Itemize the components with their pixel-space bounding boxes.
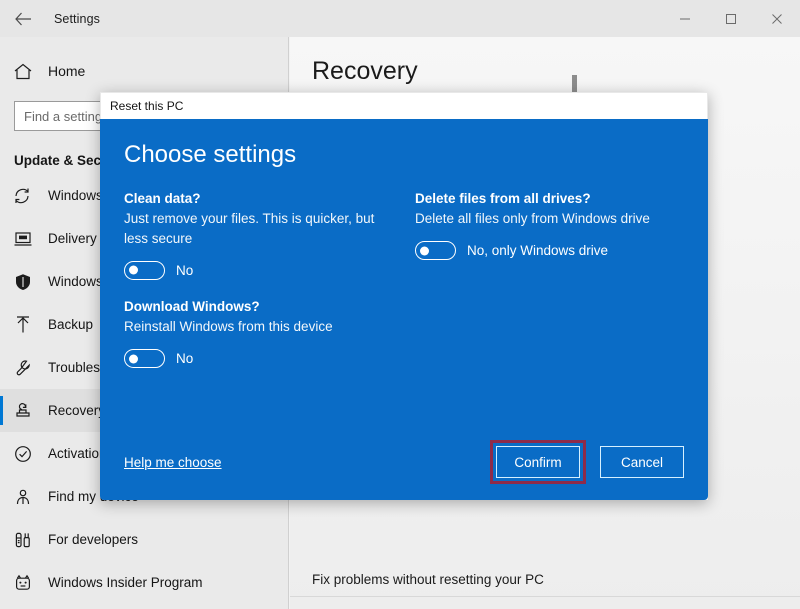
dialog-column-right: Delete files from all drives? Delete all … — [415, 191, 684, 388]
maximize-button[interactable] — [708, 0, 754, 37]
settings-window: Settings Home Find a setting Update & Se… — [0, 0, 800, 609]
toggle-knob — [129, 265, 138, 275]
setting-toggle[interactable] — [124, 349, 165, 369]
dialog-title: Reset this PC — [110, 99, 184, 113]
setting-toggle-row: No, only Windows drive — [415, 238, 684, 264]
sidebar-item-label: For developers — [48, 532, 139, 547]
setting-group-description: Just remove your files. This is quicker,… — [124, 211, 375, 246]
maximize-icon — [726, 13, 736, 24]
setting-toggle-row: No — [124, 257, 393, 283]
dialog-body: Choose settings Clean data? Just remove y… — [100, 119, 708, 500]
recovery-icon — [16, 402, 30, 417]
upload-arrow-icon — [14, 315, 40, 334]
person-pin-icon — [16, 489, 30, 504]
setting-toggle[interactable] — [124, 260, 165, 280]
sync-icon — [15, 188, 29, 203]
setting-group-description: Delete all files only from Windows drive — [415, 211, 650, 226]
upload-arrow-icon — [17, 315, 29, 332]
dialog-footer: Help me choose Confirm Cancel — [100, 424, 708, 500]
sidebar-home-label: Home — [48, 63, 86, 79]
window-titlebar: Settings — [0, 0, 800, 37]
check-circle-icon — [15, 445, 31, 462]
sidebar-item-label: Windows Insider Program — [48, 575, 203, 590]
home-icon — [14, 63, 40, 80]
wrench-icon — [16, 359, 30, 375]
dialog-titlebar: Reset this PC — [100, 92, 708, 119]
window-title: Settings — [54, 11, 100, 26]
toggle-knob — [420, 246, 429, 256]
page-title: Recovery — [312, 57, 418, 85]
check-circle-icon — [14, 445, 40, 463]
dialog-heading: Choose settings — [124, 141, 297, 168]
back-arrow-icon — [14, 12, 31, 25]
search-placeholder: Find a setting — [24, 108, 103, 124]
setting-group-title: Clean data? — [124, 191, 201, 206]
delivery-icon — [14, 231, 32, 246]
cancel-button-wrapper: Cancel — [600, 446, 684, 478]
dialog-column-left: Clean data? Just remove your files. This … — [124, 191, 393, 388]
content-divider — [290, 596, 800, 597]
cancel-button[interactable]: Cancel — [600, 446, 684, 478]
sidebar-item-home[interactable]: Home — [0, 49, 288, 93]
sidebar-item-for-developers[interactable]: For developers — [0, 518, 288, 561]
setting-group: Clean data? Just remove your files. This … — [124, 191, 393, 283]
close-icon — [772, 13, 782, 24]
sidebar-item-label: Recovery — [48, 403, 106, 418]
back-button[interactable] — [0, 0, 46, 37]
sync-icon — [14, 187, 40, 205]
dialog-columns: Clean data? Just remove your files. This … — [124, 191, 684, 388]
minimize-button[interactable] — [662, 0, 708, 37]
setting-toggle-value: No, only Windows drive — [467, 243, 609, 259]
wrench-icon — [14, 359, 40, 377]
setting-toggle-row: No — [124, 346, 393, 372]
reset-this-pc-dialog: Reset this PC Choose settings Clean data… — [100, 92, 708, 500]
setting-group: Delete files from all drives? Delete all … — [415, 191, 684, 264]
confirm-button[interactable]: Confirm — [496, 446, 580, 478]
insider-icon — [14, 574, 40, 592]
setting-toggle[interactable] — [415, 241, 456, 261]
close-button[interactable] — [754, 0, 800, 37]
confirm-button-wrapper: Confirm — [490, 440, 586, 484]
sidebar-item-label: Backup — [48, 317, 94, 332]
recovery-icon — [14, 402, 40, 420]
setting-group-description: Reinstall Windows from this device — [124, 319, 333, 335]
setting-toggle-value: No — [176, 351, 194, 367]
delivery-icon — [14, 230, 40, 248]
shield-icon — [14, 273, 40, 291]
setting-toggle-value: No — [176, 262, 194, 278]
setting-group-title: Delete files from all drives? — [415, 191, 591, 206]
insider-icon — [15, 574, 31, 590]
setting-group: Download Windows? Reinstall Windows from … — [124, 299, 393, 372]
minimize-icon — [680, 18, 690, 19]
toggle-knob — [129, 354, 138, 364]
tools-icon — [15, 532, 30, 547]
content-note: Fix problems without resetting your PC — [312, 572, 544, 587]
window-controls — [662, 0, 800, 37]
sidebar-item-label: Activation — [48, 446, 107, 461]
person-pin-icon — [14, 488, 40, 506]
tools-icon — [14, 531, 40, 549]
shield-icon — [16, 273, 30, 290]
help-me-choose-link[interactable]: Help me choose — [124, 455, 222, 470]
sidebar-item-windows-insider-program[interactable]: Windows Insider Program — [0, 561, 288, 604]
setting-group-title: Download Windows? — [124, 299, 260, 315]
